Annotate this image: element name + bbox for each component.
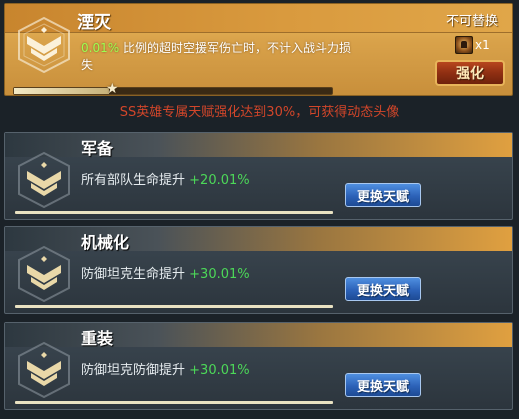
talent-effect: 防御坦克防御提升 [81, 363, 186, 378]
not-replaceable-label: 不可替换 [445, 14, 498, 29]
description-highlight: 0.01% [81, 41, 120, 55]
item-count-label: x1 [475, 38, 490, 52]
talent-value: +30.01% [189, 363, 250, 378]
talent-card: 机械化 防御坦克生命提升 +30.01% 更换天赋 [4, 226, 513, 314]
talent-title: 重装 [81, 329, 114, 348]
talent-description: 防御坦克防御提升 +30.01% [81, 359, 250, 378]
rank-chevron-icon [18, 151, 70, 209]
talent-divider [15, 211, 333, 214]
talent-divider [15, 401, 333, 404]
talent-effect: 防御坦克生命提升 [81, 267, 186, 282]
talent-card: 军备 所有部队生命提升 +20.01% 更换天赋 [4, 132, 513, 220]
description-text: 比例的超时空援军伤亡时，不计入战斗力损失 [81, 41, 351, 72]
star-icon: ★ [106, 81, 119, 97]
talent-description: 所有部队生命提升 +20.01% [81, 169, 250, 188]
talent-effect: 所有部队生命提升 [81, 173, 186, 188]
portrait-item-icon [455, 36, 473, 54]
enhance-progress-bar: ★ [13, 82, 333, 96]
avatar-unlock-notice: SS英雄专属天赋强化达到30%，可获得动态头像 [119, 105, 400, 120]
rank-chevron-icon [18, 341, 70, 399]
change-talent-button[interactable]: 更换天赋 [345, 183, 421, 207]
change-talent-button[interactable]: 更换天赋 [345, 373, 421, 397]
featured-talent-description: 0.01% 比例的超时空援军伤亡时，不计入战斗力损失 [81, 40, 351, 74]
featured-talent-title: 湮灭 [77, 13, 111, 33]
featured-talent-card: 湮灭 不可替换 0.01% 比例的超时空援军伤亡时，不计入战斗力损失 x1 强化… [4, 3, 513, 96]
rank-chevron-icon [18, 16, 70, 74]
talent-title: 军备 [81, 139, 114, 158]
item-count: x1 [455, 36, 490, 54]
talent-title: 机械化 [81, 233, 130, 252]
talent-card: 重装 防御坦克防御提升 +30.01% 更换天赋 [4, 322, 513, 410]
talent-divider [15, 305, 333, 308]
talent-value: +30.01% [189, 267, 250, 282]
progress-fill [14, 88, 110, 94]
rank-chevron-icon [18, 245, 70, 303]
talent-value: +20.01% [189, 173, 250, 188]
enhance-button[interactable]: 强化 [435, 60, 505, 86]
change-talent-button[interactable]: 更换天赋 [345, 277, 421, 301]
talent-description: 防御坦克生命提升 +30.01% [81, 263, 250, 282]
